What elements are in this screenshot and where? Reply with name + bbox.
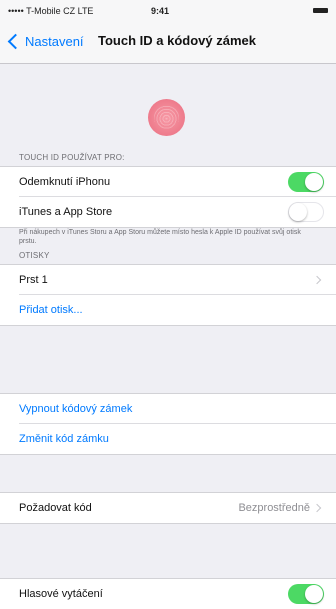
- itunes-label: iTunes a App Store: [19, 206, 113, 218]
- battery-icon: [313, 8, 328, 13]
- chevron-right-icon: [312, 275, 322, 285]
- turn-off-passcode-link: Vypnout kódový zámek: [19, 403, 133, 415]
- unlock-iphone-toggle[interactable]: [288, 172, 324, 192]
- fingerprint-header: [0, 64, 336, 142]
- itunes-row: iTunes a App Store: [0, 197, 336, 227]
- passcode-group: Vypnout kódový zámek Změnit kód zámku: [0, 393, 336, 455]
- navigation-bar: Nastavení Touch ID a kódový zámek: [0, 20, 336, 64]
- turn-off-passcode-row[interactable]: Vypnout kódový zámek: [0, 394, 336, 424]
- touch-id-section-header: TOUCH ID POUŽÍVAT PRO:: [19, 153, 125, 162]
- add-fingerprint-link: Přidat otisk...: [19, 304, 83, 316]
- back-button[interactable]: Nastavení: [7, 31, 84, 51]
- itunes-toggle[interactable]: [288, 202, 324, 222]
- fingerprints-group: Prst 1 Přidat otisk...: [0, 264, 336, 326]
- fingerprint-icon: [148, 99, 185, 136]
- unlock-iphone-label: Odemknutí iPhonu: [19, 176, 111, 188]
- require-passcode-row[interactable]: Požadovat kód Bezprostředně: [0, 493, 336, 523]
- unlock-iphone-row: Odemknutí iPhonu: [0, 167, 336, 197]
- add-fingerprint-row[interactable]: Přidat otisk...: [0, 295, 336, 325]
- toggle-knob: [289, 203, 307, 221]
- require-passcode-label: Požadovat kód: [19, 502, 92, 514]
- voice-dial-label: Hlasové vytáčení: [19, 588, 103, 600]
- back-label: Nastavení: [25, 33, 84, 49]
- chevron-left-icon: [7, 33, 24, 49]
- change-passcode-row[interactable]: Změnit kód zámku: [0, 424, 336, 454]
- chevron-right-icon: [312, 503, 322, 513]
- status-bar: ••••• T-Mobile CZ LTE 9:41: [0, 0, 336, 20]
- toggle-knob: [305, 585, 323, 603]
- require-passcode-value: Bezprostředně: [238, 502, 310, 514]
- clock: 9:41: [151, 6, 170, 16]
- touch-id-group: Odemknutí iPhonu iTunes a App Store: [0, 166, 336, 228]
- voice-dial-group: Hlasové vytáčení: [0, 578, 336, 609]
- touch-id-note: Při nákupech v iTunes Storu a App Storu …: [19, 229, 301, 245]
- voice-dial-row: Hlasové vytáčení: [0, 579, 336, 609]
- change-passcode-link: Změnit kód zámku: [19, 433, 109, 445]
- carrier-label: ••••• T-Mobile CZ LTE: [8, 6, 94, 16]
- require-passcode-group: Požadovat kód Bezprostředně: [0, 492, 336, 524]
- fingerprints-section-header: OTISKY: [19, 251, 50, 260]
- toggle-knob: [305, 173, 323, 191]
- fingerprint-label: Prst 1: [19, 274, 48, 286]
- voice-dial-toggle[interactable]: [288, 584, 324, 604]
- page-title: Touch ID a kódový zámek: [98, 33, 256, 48]
- fingerprint-row[interactable]: Prst 1: [0, 265, 336, 295]
